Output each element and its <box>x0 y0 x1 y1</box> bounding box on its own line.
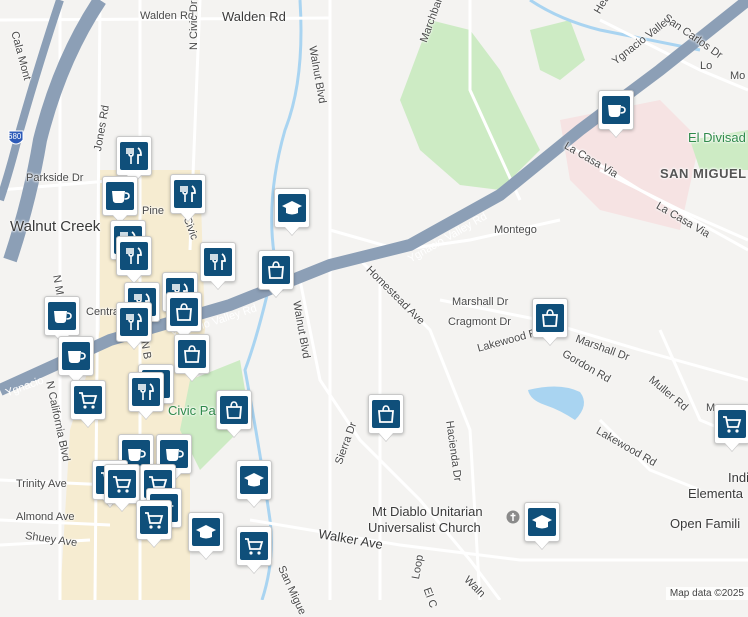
coffee-cup-icon <box>106 182 134 210</box>
road-label: Centra <box>86 306 120 318</box>
shopping-bag-icon <box>372 400 400 428</box>
shopping-cart-icon <box>140 506 168 534</box>
city-label: Walnut Creek <box>10 218 101 235</box>
map-attribution: Map data ©2025 <box>665 587 748 600</box>
place-label: Elementa <box>688 486 743 501</box>
restaurant-marker[interactable] <box>116 302 152 342</box>
graduation-cap-icon <box>192 518 220 546</box>
grocery-marker[interactable] <box>236 526 272 566</box>
shopping-marker[interactable] <box>532 298 568 338</box>
place-label: Mt Diablo Unitarian <box>372 504 483 519</box>
road-label: Parkside Dr <box>26 172 84 184</box>
coffee-cup-icon <box>602 96 630 124</box>
shopping-cart-icon <box>108 470 136 498</box>
park-label: El Divisad <box>688 130 746 145</box>
shopping-marker[interactable] <box>174 334 210 374</box>
cafe-marker[interactable] <box>44 296 80 336</box>
grocery-marker[interactable] <box>136 500 172 540</box>
shopping-bag-icon <box>536 304 564 332</box>
grocery-marker[interactable] <box>104 464 140 504</box>
road-label: Marshall Dr <box>452 296 509 308</box>
fork-knife-icon <box>204 248 232 276</box>
park-label: Civic Pa <box>168 403 216 418</box>
road-label: Pine <box>142 205 165 217</box>
school-marker[interactable] <box>524 502 560 542</box>
restaurant-marker[interactable] <box>170 174 206 214</box>
road-label: Trinity Ave <box>16 478 67 490</box>
place-label: Universalist Church <box>368 520 481 535</box>
fork-knife-icon <box>132 378 160 406</box>
neighborhood-label: SAN MIGUEL <box>660 166 747 181</box>
graduation-cap-icon <box>528 508 556 536</box>
cafe-marker[interactable] <box>58 336 94 376</box>
grocery-marker[interactable] <box>714 404 748 444</box>
interstate-label: 680 <box>8 132 22 141</box>
shopping-marker[interactable] <box>368 394 404 434</box>
shopping-marker[interactable] <box>216 390 252 430</box>
road-label: Lo <box>700 60 713 72</box>
shopping-bag-icon <box>178 340 206 368</box>
shopping-marker[interactable] <box>166 292 202 332</box>
shopping-cart-icon <box>240 532 268 560</box>
road-label: Mo <box>730 70 746 82</box>
fork-knife-icon <box>120 308 148 336</box>
fork-knife-icon <box>120 142 148 170</box>
fork-knife-icon <box>174 180 202 208</box>
restaurant-marker[interactable] <box>116 236 152 276</box>
coffee-cup-icon <box>62 342 90 370</box>
cafe-marker[interactable] <box>598 90 634 130</box>
road-label: Cragmont Dr <box>448 316 511 328</box>
restaurant-marker[interactable] <box>128 372 164 412</box>
road-label: Walden Rd <box>140 10 195 22</box>
shopping-marker[interactable] <box>258 250 294 290</box>
shopping-bag-icon <box>262 256 290 284</box>
school-marker[interactable] <box>236 460 272 500</box>
road-label: Walden Rd <box>222 9 286 24</box>
road-label: N Civic Dr <box>188 0 200 51</box>
shopping-cart-icon <box>74 386 102 414</box>
graduation-cap-icon <box>240 466 268 494</box>
coffee-cup-icon <box>48 302 76 330</box>
graduation-cap-icon <box>278 194 306 222</box>
place-label: Indi <box>728 470 748 485</box>
shopping-bag-icon <box>170 298 198 326</box>
shopping-cart-icon <box>718 410 746 438</box>
restaurant-marker[interactable] <box>116 136 152 176</box>
fork-knife-icon <box>120 242 148 270</box>
place-label: Open Famili <box>670 516 741 531</box>
road-label: Montego <box>494 224 537 236</box>
grocery-marker[interactable] <box>70 380 106 420</box>
cafe-marker[interactable] <box>102 176 138 216</box>
restaurant-marker[interactable] <box>200 242 236 282</box>
church-icon <box>506 510 520 524</box>
road-label: Almond Ave <box>16 511 75 523</box>
school-marker[interactable] <box>188 512 224 552</box>
school-marker[interactable] <box>274 188 310 228</box>
shopping-bag-icon <box>220 396 248 424</box>
